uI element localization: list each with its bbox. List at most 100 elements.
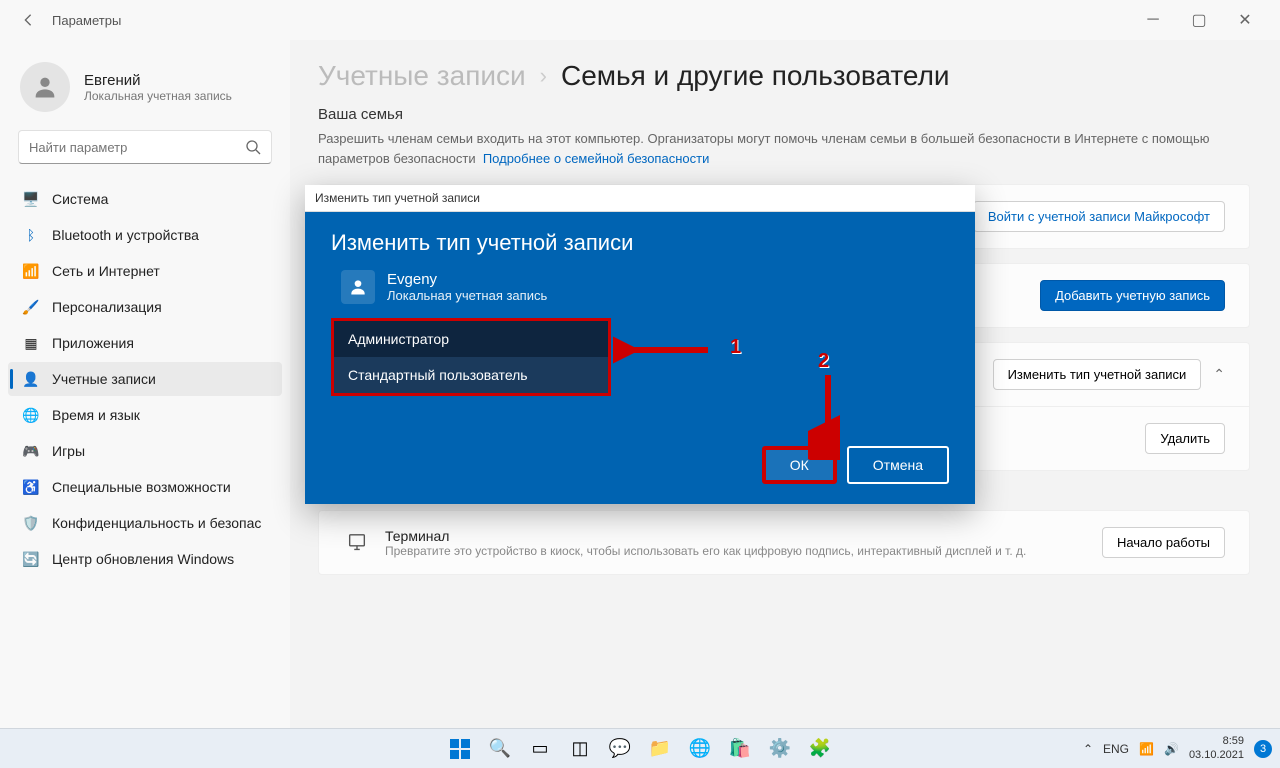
dropdown-option-standard[interactable]: Стандартный пользователь <box>334 357 608 393</box>
clock[interactable]: 8:59 03.10.2021 <box>1189 735 1244 761</box>
person-icon: 👤 <box>22 370 40 388</box>
kiosk-icon <box>343 532 371 554</box>
search-input[interactable] <box>29 140 245 155</box>
sync-icon: 🔄 <box>22 550 40 568</box>
taskview-icon[interactable]: ▭ <box>522 731 558 767</box>
close-button[interactable]: ✕ <box>1222 4 1268 36</box>
nav-label: Bluetooth и устройства <box>52 227 199 243</box>
nav-label: Игры <box>52 443 85 459</box>
window-controls: ─ ▢ ✕ <box>1130 4 1268 36</box>
shield-icon: 🛡️ <box>22 514 40 532</box>
breadcrumb-parent[interactable]: Учетные записи <box>318 60 526 92</box>
sidebar: Евгений Локальная учетная запись 🖥️ Систе… <box>0 40 290 728</box>
sidebar-item-bluetooth[interactable]: ᛒ Bluetooth и устройства <box>8 218 282 252</box>
nav-label: Персонализация <box>52 299 162 315</box>
notification-badge[interactable]: 3 <box>1254 740 1272 758</box>
network-tray-icon[interactable]: 📶 <box>1139 742 1154 756</box>
sidebar-item-system[interactable]: 🖥️ Система <box>8 182 282 216</box>
breadcrumb-current: Семья и другие пользователи <box>561 60 950 92</box>
add-account-button[interactable]: Добавить учетную запись <box>1040 280 1225 311</box>
annotation-arrow-1 <box>613 330 723 375</box>
search-taskbar-icon[interactable]: 🔍 <box>482 731 518 767</box>
sidebar-item-accessibility[interactable]: ♿ Специальные возможности <box>8 470 282 504</box>
sidebar-item-network[interactable]: 📶 Сеть и Интернет <box>8 254 282 288</box>
nav-label: Система <box>52 191 108 207</box>
kiosk-title: Терминал <box>385 528 1026 544</box>
chevron-up-icon[interactable]: ⌃ <box>1213 366 1225 383</box>
apps-icon: ▦ <box>22 334 40 352</box>
explorer-icon[interactable]: 📁 <box>642 731 678 767</box>
nav-label: Специальные возможности <box>52 479 231 495</box>
language-indicator[interactable]: ENG <box>1103 742 1129 756</box>
dialog-button-row: ОК Отмена <box>331 446 949 484</box>
taskbar-center: 🔍 ▭ ◫ 💬 📁 🌐 🛍️ ⚙️ 🧩 <box>442 731 838 767</box>
nav-label: Учетные записи <box>52 371 156 387</box>
search-box[interactable] <box>18 130 272 164</box>
globe-icon: 🌐 <box>22 406 40 424</box>
bluetooth-icon: ᛒ <box>22 226 40 244</box>
sidebar-item-personalization[interactable]: 🖌️ Персонализация <box>8 290 282 324</box>
widgets-icon[interactable]: ◫ <box>562 731 598 767</box>
profile-block[interactable]: Евгений Локальная учетная запись <box>8 52 282 130</box>
back-button[interactable] <box>12 4 44 36</box>
dialog-user-name: Evgeny <box>387 271 547 288</box>
dialog-heading: Изменить тип учетной записи <box>331 230 949 256</box>
sidebar-item-accounts[interactable]: 👤 Учетные записи <box>8 362 282 396</box>
sidebar-item-privacy[interactable]: 🛡️ Конфиденциальность и безопас <box>8 506 282 540</box>
dialog-cancel-button[interactable]: Отмена <box>847 446 949 484</box>
titlebar: Параметры ─ ▢ ✕ <box>0 0 1280 40</box>
sidebar-item-gaming[interactable]: 🎮 Игры <box>8 434 282 468</box>
family-heading: Ваша семья <box>318 106 1250 123</box>
arrow-left-icon <box>21 13 35 27</box>
annotation-arrow-2 <box>808 370 848 465</box>
profile-name: Евгений <box>84 72 232 89</box>
nav-label: Центр обновления Windows <box>52 551 234 567</box>
dialog-avatar <box>341 270 375 304</box>
account-type-dropdown[interactable]: Администратор Стандартный пользователь <box>331 318 611 396</box>
signin-ms-button[interactable]: Войти с учетной записи Майкрософт <box>973 201 1225 232</box>
annotation-label-1: 1 <box>730 336 741 359</box>
edge-icon[interactable]: 🌐 <box>682 731 718 767</box>
dialog-titlebar: Изменить тип учетной записи <box>305 185 975 212</box>
dialog-user-row: Evgeny Локальная учетная запись <box>331 270 949 304</box>
display-icon: 🖥️ <box>22 190 40 208</box>
volume-tray-icon[interactable]: 🔊 <box>1164 742 1179 756</box>
accessibility-icon: ♿ <box>22 478 40 496</box>
minimize-button[interactable]: ─ <box>1130 4 1176 36</box>
change-account-type-button[interactable]: Изменить тип учетной записи <box>993 359 1202 390</box>
avatar <box>20 62 70 112</box>
store-icon[interactable]: 🛍️ <box>722 731 758 767</box>
gamepad-icon: 🎮 <box>22 442 40 460</box>
start-button[interactable] <box>442 731 478 767</box>
taskbar: 🔍 ▭ ◫ 💬 📁 🌐 🛍️ ⚙️ 🧩 ⌃ ENG 📶 🔊 8:59 03.10… <box>0 728 1280 768</box>
breadcrumb: Учетные записи › Семья и другие пользова… <box>318 60 1250 92</box>
nav-label: Конфиденциальность и безопас <box>52 515 261 531</box>
brush-icon: 🖌️ <box>22 298 40 316</box>
sidebar-item-apps[interactable]: ▦ Приложения <box>8 326 282 360</box>
family-safety-link[interactable]: Подробнее о семейной безопасности <box>483 151 710 166</box>
person-icon <box>31 73 59 101</box>
nav-list: 🖥️ Система ᛒ Bluetooth и устройства 📶 Сеть … <box>8 182 282 576</box>
profile-type: Локальная учетная запись <box>84 89 232 103</box>
settings-taskbar-icon[interactable]: ⚙️ <box>762 731 798 767</box>
nav-label: Приложения <box>52 335 134 351</box>
nav-label: Сеть и Интернет <box>52 263 160 279</box>
sidebar-item-update[interactable]: 🔄 Центр обновления Windows <box>8 542 282 576</box>
remove-account-button[interactable]: Удалить <box>1145 423 1225 454</box>
tray-chevron-icon[interactable]: ⌃ <box>1083 742 1093 756</box>
maximize-button[interactable]: ▢ <box>1176 4 1222 36</box>
nav-label: Время и язык <box>52 407 140 423</box>
taskbar-right: ⌃ ENG 📶 🔊 8:59 03.10.2021 3 <box>1083 735 1280 761</box>
kiosk-subtitle: Превратите это устройство в киоск, чтобы… <box>385 544 1026 558</box>
search-icon <box>245 139 261 155</box>
family-description: Разрешить членам семьи входить на этот к… <box>318 129 1250 168</box>
sidebar-item-time[interactable]: 🌐 Время и язык <box>8 398 282 432</box>
dialog-user-type: Локальная учетная запись <box>387 288 547 303</box>
dropdown-option-admin[interactable]: Администратор <box>334 321 608 357</box>
wifi-icon: 📶 <box>22 262 40 280</box>
kiosk-start-button[interactable]: Начало работы <box>1102 527 1225 558</box>
chat-icon[interactable]: 💬 <box>602 731 638 767</box>
app-icon[interactable]: 🧩 <box>802 731 838 767</box>
window-title: Параметры <box>52 13 121 28</box>
person-icon <box>348 277 368 297</box>
